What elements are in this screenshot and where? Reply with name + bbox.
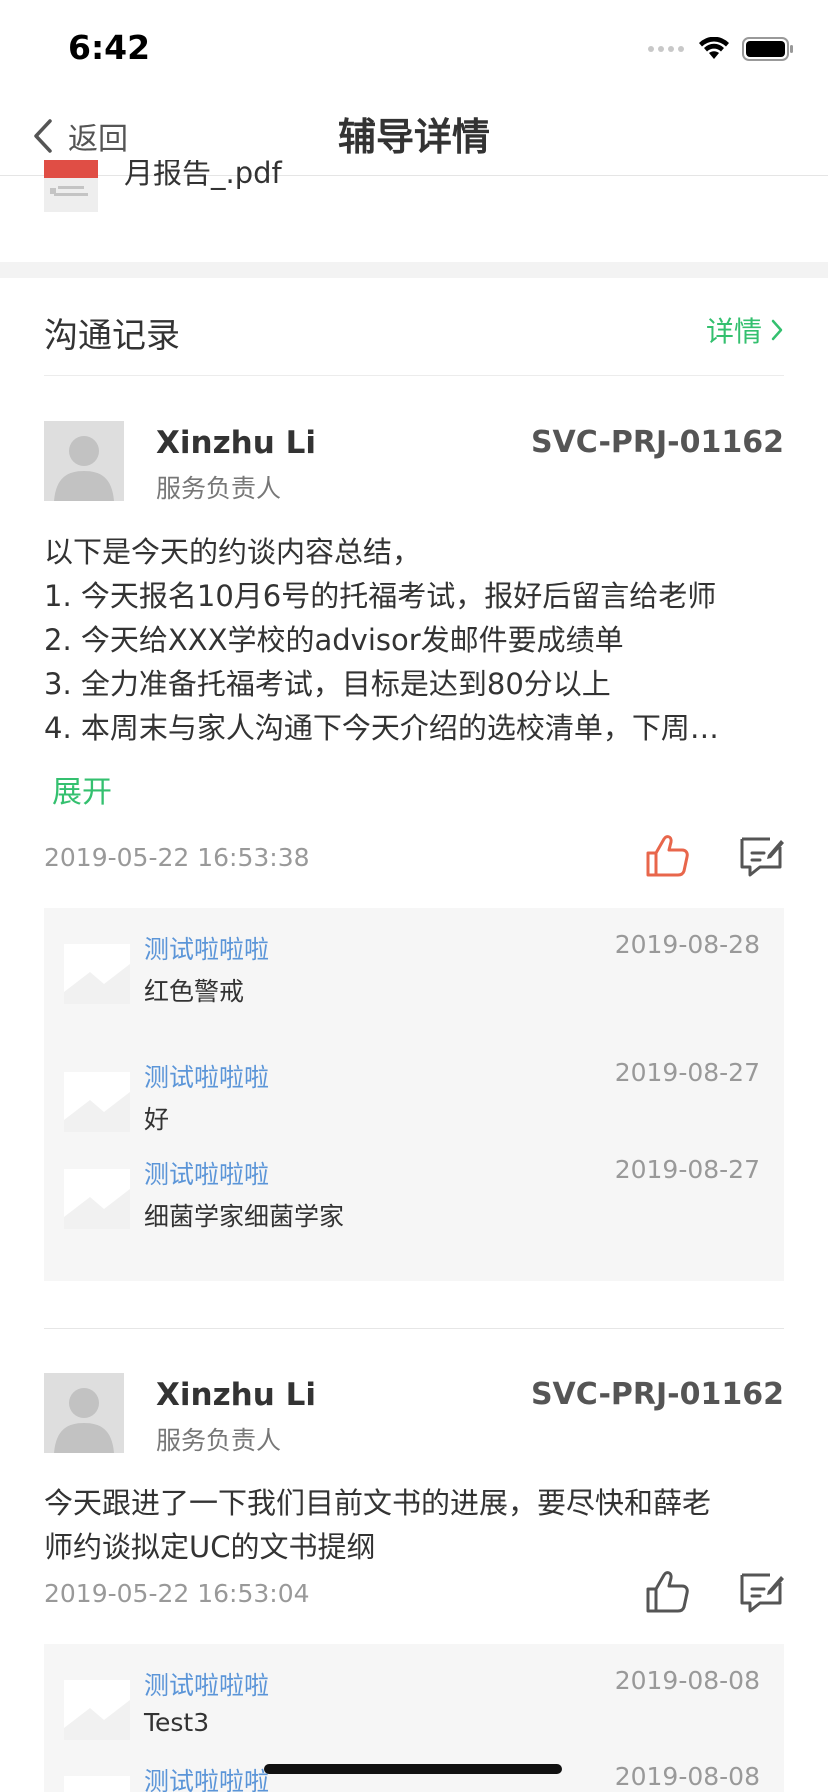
project-code: SVC-PRJ-01162 (530, 425, 784, 460)
reply-text: 细菌学家细菌学家 (144, 1202, 345, 1231)
attachment-file-name: 月报告_.pdf (124, 160, 282, 190)
record-card: Xinzhu Li 服务负责人 SVC-PRJ-01162 以下是今天的约谈内容… (44, 421, 784, 1281)
image-placeholder-icon (64, 1680, 130, 1740)
author-role: 服务负责人 (156, 474, 282, 503)
chevron-right-icon (771, 319, 783, 341)
content-line: 4. 本周末与家人沟通下今天介绍的选校清单，下周… (44, 711, 719, 745)
status-time: 6:42 (68, 28, 151, 67)
reply-user[interactable]: 测试啦啦啦 (144, 1058, 269, 1094)
content-line: 以下是今天的约谈内容总结， (44, 535, 422, 569)
author-name: Xinzhu Li (156, 425, 316, 461)
user-avatar-icon (44, 1373, 124, 1453)
record-timestamp: 2019-05-22 16:53:04 (44, 1579, 310, 1608)
record-divider (44, 1328, 784, 1329)
reply-list: 测试啦啦啦 2019-08-28 红色警戒 测试啦啦啦 2019-08-27 好… (44, 908, 784, 1281)
reply-date: 2019-08-27 (614, 1058, 760, 1087)
status-bar: 6:42 (0, 0, 828, 96)
author-role: 服务负责人 (156, 1426, 282, 1455)
reply-user[interactable]: 测试啦啦啦 (144, 1155, 269, 1191)
record-card: Xinzhu Li 服务负责人 SVC-PRJ-01162 今天跟进了一下我们目… (44, 1373, 784, 1792)
content-line: 2. 今天给XXX学校的advisor发邮件要成绩单 (44, 623, 624, 657)
record-content: 以下是今天的约谈内容总结， 1. 今天报名10月6号的托福考试，报好后留言给老师… (44, 530, 784, 750)
reply-item[interactable]: 测试啦啦啦 2019-08-08 Test3 (44, 1666, 784, 1756)
image-placeholder-icon (64, 944, 130, 1004)
reply-text: 好 (144, 1105, 170, 1134)
reply-item[interactable]: 测试啦啦啦 2019-08-27 好 (44, 1058, 784, 1148)
reply-text: Test3 (144, 1708, 210, 1737)
attachment-item[interactable]: 月报告_.pdf (44, 160, 784, 220)
reply-user[interactable]: 测试啦啦啦 (144, 930, 269, 966)
thumbs-up-icon[interactable] (644, 833, 690, 879)
reply-date: 2019-08-27 (614, 1155, 760, 1184)
content-line: 1. 今天报名10月6号的托福考试，报好后留言给老师 (44, 579, 717, 613)
detail-link[interactable]: 详情 (706, 310, 784, 350)
content-line: 今天跟进了一下我们目前文书的进展，要尽快和薛老 (44, 1486, 712, 1520)
record-content: 今天跟进了一下我们目前文书的进展，要尽快和薛老 师约谈拟定UC的文书提纲 (44, 1481, 784, 1569)
cellular-signal-icon (648, 46, 684, 52)
image-placeholder-icon (64, 1072, 130, 1132)
reply-date: 2019-08-08 (614, 1762, 760, 1791)
home-indicator[interactable] (264, 1764, 562, 1774)
reply-text: 红色警戒 (144, 977, 245, 1006)
reply-user[interactable]: 测试啦啦啦 (144, 1762, 269, 1792)
reply-item[interactable]: 测试啦啦啦 2019-08-27 细菌学家细菌学家 (44, 1155, 784, 1245)
content-line: 师约谈拟定UC的文书提纲 (44, 1530, 376, 1564)
wifi-icon (699, 37, 729, 59)
section-title: 沟通记录 (44, 316, 180, 356)
battery-icon (742, 37, 793, 61)
author-name: Xinzhu Li (156, 1377, 316, 1413)
thumbs-up-icon[interactable] (644, 1569, 690, 1615)
reply-date: 2019-08-28 (614, 930, 760, 959)
record-timestamp: 2019-05-22 16:53:38 (44, 843, 310, 872)
reply-date: 2019-08-08 (614, 1666, 760, 1695)
detail-link-label: 详情 (705, 315, 762, 348)
section-separator (0, 262, 828, 278)
image-placeholder-icon (64, 1169, 130, 1229)
comment-edit-icon[interactable] (738, 833, 784, 879)
reply-user[interactable]: 测试啦啦啦 (144, 1666, 269, 1702)
expand-button[interactable]: 展开 (52, 767, 112, 811)
communication-section-header: 沟通记录 详情 (44, 300, 784, 376)
pdf-file-icon (44, 160, 98, 212)
status-icons (648, 36, 794, 62)
page-title: 辅导详情 (337, 115, 490, 159)
comment-edit-icon[interactable] (738, 1569, 784, 1615)
user-avatar-icon (44, 421, 124, 501)
content-line: 3. 全力准备托福考试，目标是达到80分以上 (44, 667, 611, 701)
project-code: SVC-PRJ-01162 (530, 1377, 784, 1412)
image-placeholder-icon (64, 1776, 130, 1792)
reply-item[interactable]: 测试啦啦啦 2019-08-28 红色警戒 (44, 930, 784, 1020)
